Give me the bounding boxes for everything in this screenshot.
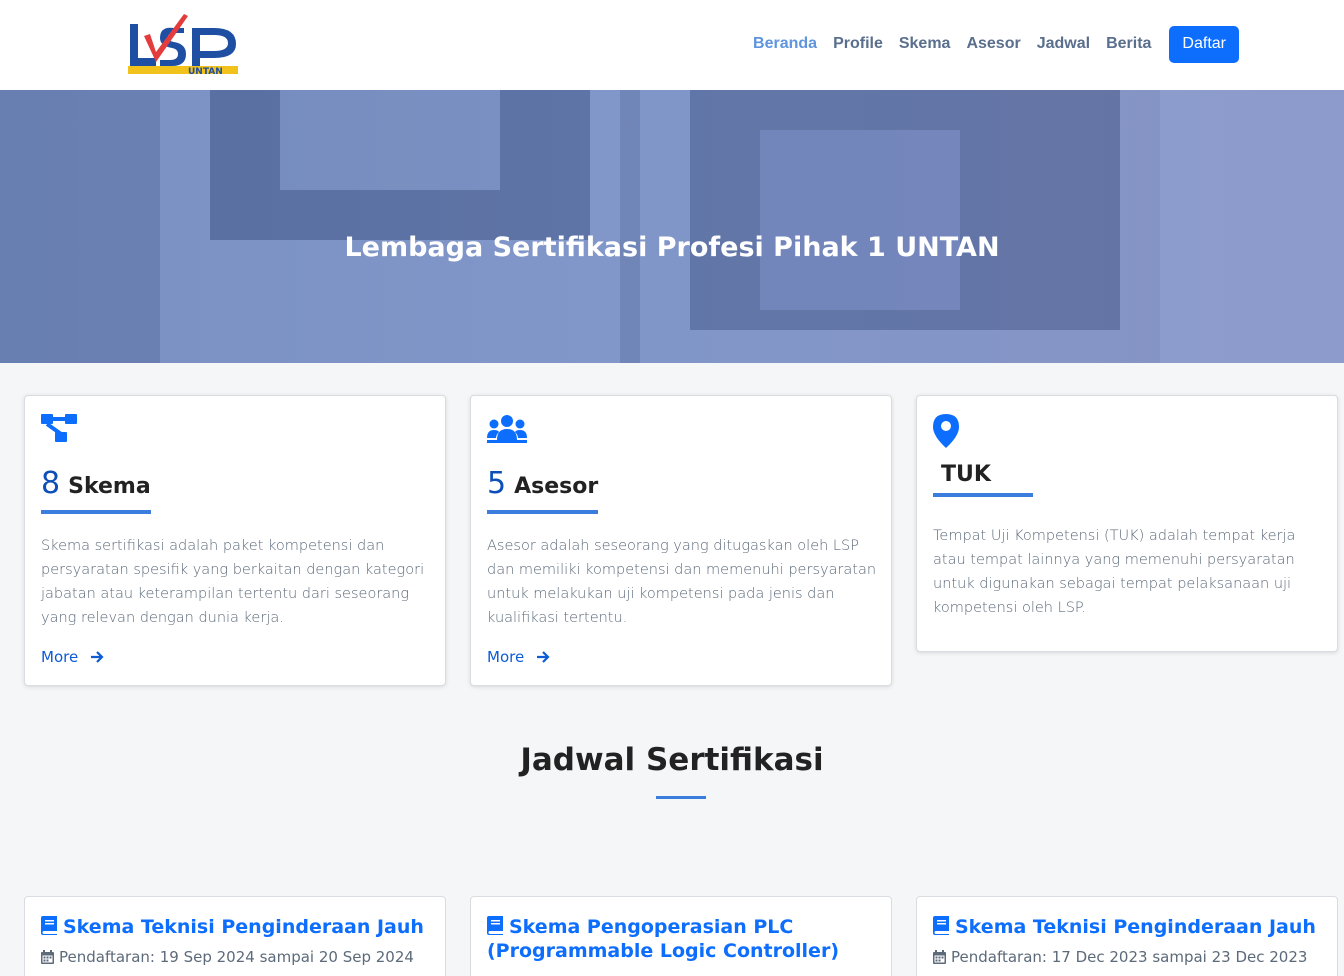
asesor-card: 5 Asesor Asesor adalah seseorang yang di… — [470, 395, 892, 686]
lsp-untan-logo[interactable]: UNTAN — [126, 14, 240, 76]
schedule-date-text: Pendaftaran: 19 Sep 2024 sampai 20 Sep 2… — [59, 948, 414, 966]
schedule-title[interactable]: Skema Teknisi Penginderaan Jauh — [41, 915, 433, 939]
arrow-right-icon — [91, 651, 104, 663]
schedule-title[interactable]: Skema Teknisi Penginderaan Jauh — [933, 915, 1325, 939]
asesor-description: Asesor adalah seseorang yang ditugaskan … — [487, 538, 877, 626]
sitemap-icon — [41, 414, 77, 442]
asesor-heading: 5 Asesor — [487, 466, 599, 514]
calendar-icon — [41, 950, 54, 964]
schedule-card[interactable]: Skema Teknisi Penginderaan Jauh Pendafta… — [916, 896, 1338, 976]
nav-beranda[interactable]: Beranda — [753, 35, 817, 53]
asesor-more-label: More — [487, 648, 525, 666]
skema-label: Skema — [68, 474, 151, 499]
skema-more-link[interactable]: More — [41, 648, 104, 666]
schedule-title[interactable]: Skema Pengoperasian PLC (Programmable Lo… — [487, 915, 879, 963]
hero-banner: Lembaga Sertifikasi Profesi Pihak 1 UNTA… — [0, 90, 1344, 363]
nav-jadwal[interactable]: Jadwal — [1037, 35, 1090, 53]
tuk-card: TUK Tempat Uji Kompetensi (TUK) adalah t… — [916, 395, 1338, 652]
arrow-right-icon — [537, 651, 550, 663]
skema-heading: 8 Skema — [41, 466, 151, 514]
tuk-description: Tempat Uji Kompetensi (TUK) adalah tempa… — [933, 528, 1296, 616]
logo-caption: UNTAN — [188, 67, 223, 76]
site-header: UNTAN Beranda Profile Skema Asesor Jadwa… — [0, 0, 1344, 90]
schedule-card[interactable]: Skema Teknisi Penginderaan Jauh Pendafta… — [24, 896, 446, 976]
daftar-button[interactable]: Daftar — [1169, 25, 1239, 63]
nav-profile[interactable]: Profile — [833, 35, 883, 53]
calendar-icon — [933, 950, 946, 964]
skema-description: Skema sertifikasi adalah paket kompetens… — [41, 538, 425, 626]
skema-more-label: More — [41, 648, 79, 666]
map-marker-icon — [933, 414, 959, 448]
section-title: Jadwal Sertifikasi — [520, 742, 824, 778]
schedule-title-text: Skema Teknisi Penginderaan Jauh — [955, 916, 1316, 938]
book-icon — [41, 916, 57, 935]
schedule-date: Pendaftaran: 17 Dec 2023 sampai 23 Dec 2… — [933, 948, 1307, 966]
nav-berita[interactable]: Berita — [1106, 35, 1151, 53]
users-icon — [487, 415, 527, 443]
skema-count: 8 — [41, 466, 61, 501]
schedule-date: Pendaftaran: 19 Sep 2024 sampai 20 Sep 2… — [41, 948, 414, 966]
nav-asesor[interactable]: Asesor — [966, 35, 1020, 53]
hero-title: Lembaga Sertifikasi Profesi Pihak 1 UNTA… — [344, 232, 1000, 263]
asesor-label: Asesor — [514, 474, 599, 499]
asesor-more-link[interactable]: More — [487, 648, 550, 666]
book-icon — [933, 916, 949, 935]
asesor-count: 5 — [487, 466, 507, 501]
schedule-title-text: Skema Pengoperasian PLC (Programmable Lo… — [487, 916, 840, 962]
nav-skema[interactable]: Skema — [899, 35, 951, 53]
schedule-card[interactable]: Skema Pengoperasian PLC (Programmable Lo… — [470, 896, 892, 976]
book-icon — [487, 916, 503, 935]
schedule-date-text: Pendaftaran: 17 Dec 2023 sampai 23 Dec 2… — [951, 948, 1308, 966]
main-nav: Beranda Profile Skema Asesor Jadwal Beri… — [737, 25, 1239, 63]
hero-background-photo — [0, 90, 1344, 363]
tuk-label: TUK — [941, 462, 991, 487]
section-title-underline — [656, 796, 706, 799]
skema-card: 8 Skema Skema sertifikasi adalah paket k… — [24, 395, 446, 686]
schedule-title-text: Skema Teknisi Penginderaan Jauh — [63, 916, 424, 938]
tuk-heading: TUK — [933, 462, 1033, 497]
